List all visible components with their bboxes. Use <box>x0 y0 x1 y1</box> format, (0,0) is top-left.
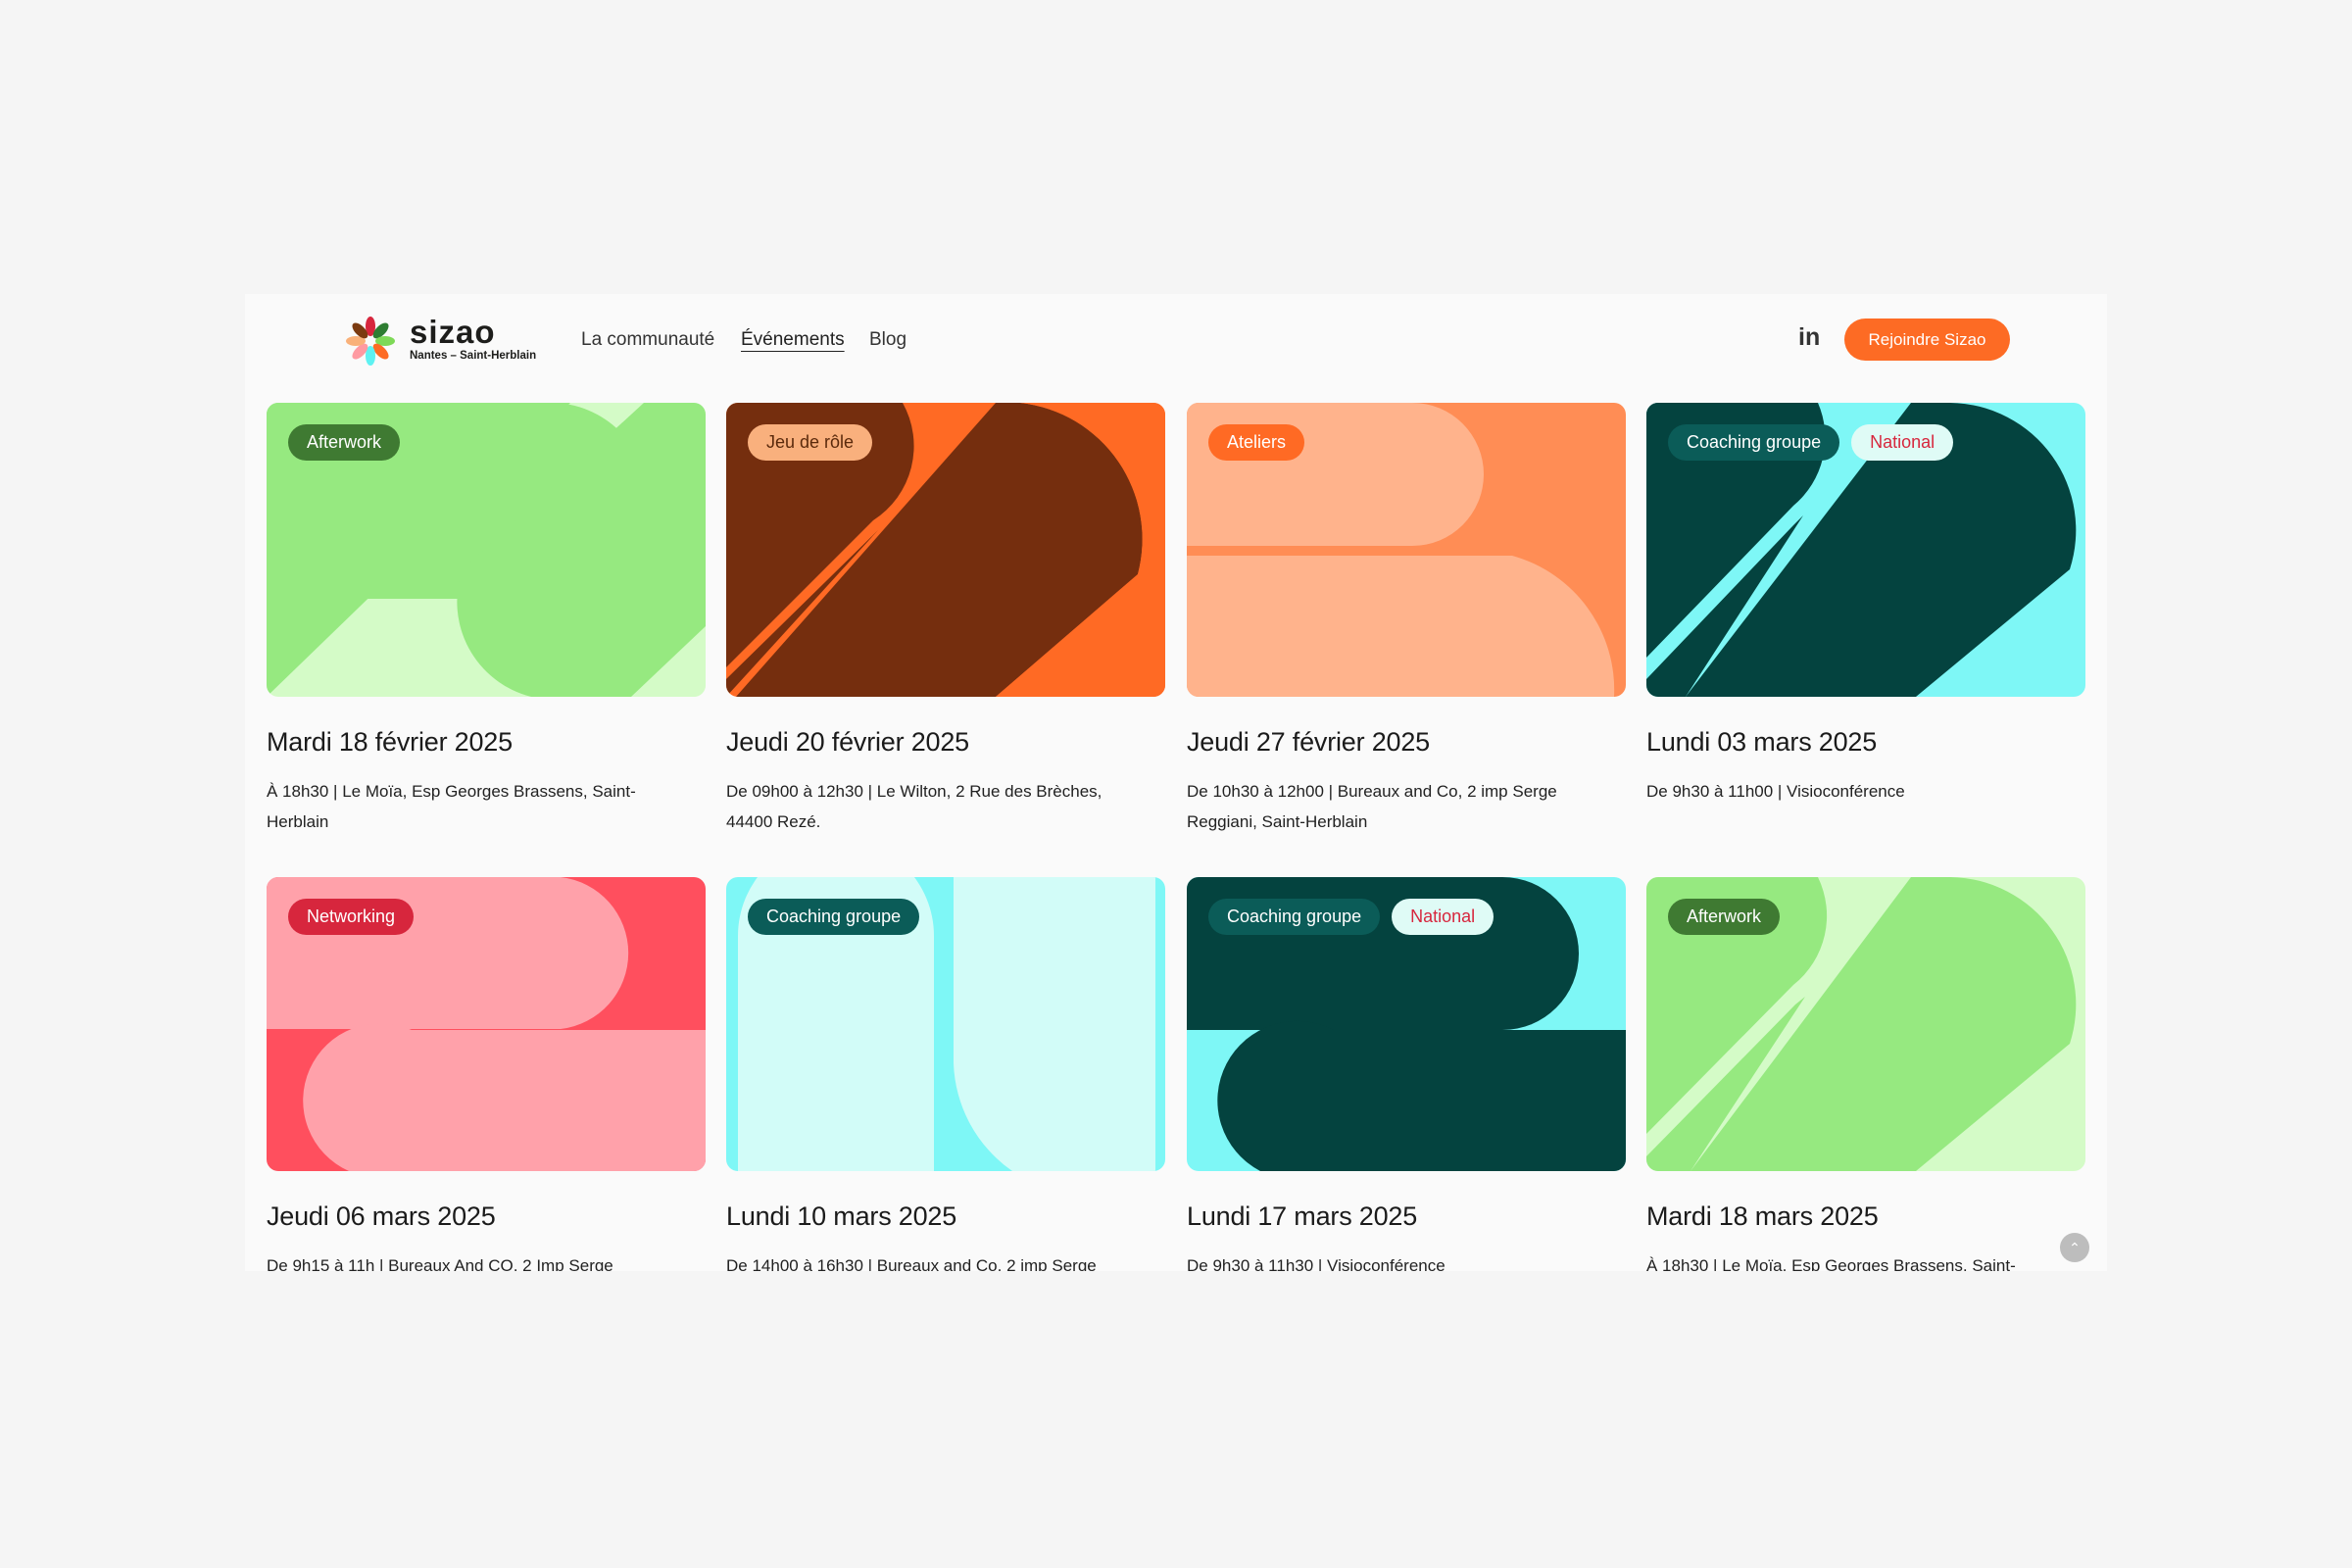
linkedin-icon[interactable]: in <box>1798 323 1820 352</box>
brand-name: sizao <box>410 314 496 350</box>
event-image[interactable]: Jeu de rôle <box>726 403 1165 697</box>
event-date[interactable]: Jeudi 27 février 2025 <box>1187 725 1626 759</box>
brand-subtitle: Nantes – Saint-Herblain <box>410 350 537 362</box>
tag-national: National <box>1851 424 1954 461</box>
tag: Ateliers <box>1208 424 1305 461</box>
tag-national: National <box>1392 899 1494 935</box>
tag-list: Afterwork <box>288 424 401 461</box>
nav-link-blog[interactable]: Blog <box>869 328 906 352</box>
event-image[interactable]: Coaching groupe National <box>1646 403 2085 697</box>
tag: Coaching groupe <box>1668 424 1840 461</box>
tag: Jeu de rôle <box>748 424 873 461</box>
tag: Afterwork <box>288 424 401 461</box>
event-date[interactable]: Lundi 10 mars 2025 <box>726 1200 1165 1233</box>
tag-list: Coaching groupe National <box>1208 899 1494 935</box>
brand[interactable]: sizao Nantes – Saint-Herblain <box>410 316 536 363</box>
event-image[interactable]: Ateliers <box>1187 403 1626 697</box>
event-date[interactable]: Mardi 18 mars 2025 <box>1646 1200 2085 1233</box>
tag-list: Afterwork <box>1668 899 1781 935</box>
tag: Coaching groupe <box>748 899 920 935</box>
event-card[interactable]: Afterwork Mardi 18 février 2025 À 18h30 … <box>267 403 706 837</box>
nav-link-evenements[interactable]: Événements <box>741 328 845 352</box>
sizao-logo[interactable] <box>340 311 401 371</box>
event-card[interactable]: Coaching groupe Lundi 10 mars 2025 De 14… <box>726 877 1165 1271</box>
tag: Afterwork <box>1668 899 1781 935</box>
event-date[interactable]: Jeudi 20 février 2025 <box>726 725 1165 759</box>
join-button[interactable]: Rejoindre Sizao <box>1844 318 2010 361</box>
event-description: De 14h00 à 16h30 | Bureaux and Co, 2 imp… <box>726 1256 1097 1271</box>
event-description: De 9h30 à 11h00 | Visioconférence <box>1646 782 1905 801</box>
event-card[interactable]: Ateliers Jeudi 27 février 2025 De 10h30 … <box>1187 403 1626 837</box>
tag-list: Jeu de rôle <box>748 424 873 461</box>
top-navigation: sizao Nantes – Saint-Herblain La communa… <box>245 294 2107 387</box>
event-description: De 9h30 à 11h30 | Visioconférence <box>1187 1256 1446 1271</box>
event-description: De 9h15 à 11h | Bureaux And CO, 2 Imp Se… <box>267 1256 613 1271</box>
event-date[interactable]: Mardi 18 février 2025 <box>267 725 706 759</box>
event-image[interactable]: Afterwork <box>267 403 706 697</box>
event-card[interactable]: Networking Jeudi 06 mars 2025 De 9h15 à … <box>267 877 706 1271</box>
event-card[interactable]: Afterwork Mardi 18 mars 2025 À 18h30 | L… <box>1646 877 2085 1271</box>
scroll-to-top-button[interactable]: ⌃ <box>2060 1233 2089 1262</box>
event-card[interactable]: Coaching groupe National Lundi 17 mars 2… <box>1187 877 1626 1271</box>
event-card[interactable]: Jeu de rôle Jeudi 20 février 2025 De 09h… <box>726 403 1165 837</box>
event-image[interactable]: Coaching groupe National <box>1187 877 1626 1171</box>
event-image[interactable]: Afterwork <box>1646 877 2085 1171</box>
event-image[interactable]: Coaching groupe <box>726 877 1165 1171</box>
event-description: À 18h30 | Le Moïa, Esp Georges Brassens,… <box>1646 1256 2016 1271</box>
tag-list: Coaching groupe National <box>1668 424 1954 461</box>
event-card[interactable]: Coaching groupe National Lundi 03 mars 2… <box>1646 403 2085 807</box>
event-description: De 10h30 à 12h00 | Bureaux and Co, 2 imp… <box>1187 782 1557 831</box>
tag-list: Coaching groupe <box>748 899 920 935</box>
event-description: De 09h00 à 12h30 | Le Wilton, 2 Rue des … <box>726 782 1102 831</box>
browser-page: sizao Nantes – Saint-Herblain La communa… <box>245 294 2107 1271</box>
tag: Networking <box>288 899 415 935</box>
nav-link-communaute[interactable]: La communauté <box>581 328 714 352</box>
tag: Coaching groupe <box>1208 899 1381 935</box>
tag-list: Networking <box>288 899 415 935</box>
event-date[interactable]: Lundi 17 mars 2025 <box>1187 1200 1626 1233</box>
event-description: À 18h30 | Le Moïa, Esp Georges Brassens,… <box>267 782 636 831</box>
event-date[interactable]: Jeudi 06 mars 2025 <box>267 1200 706 1233</box>
chevron-up-icon: ⌃ <box>2069 1239 2081 1255</box>
event-date[interactable]: Lundi 03 mars 2025 <box>1646 725 2085 759</box>
event-image[interactable]: Networking <box>267 877 706 1171</box>
tag-list: Ateliers <box>1208 424 1305 461</box>
